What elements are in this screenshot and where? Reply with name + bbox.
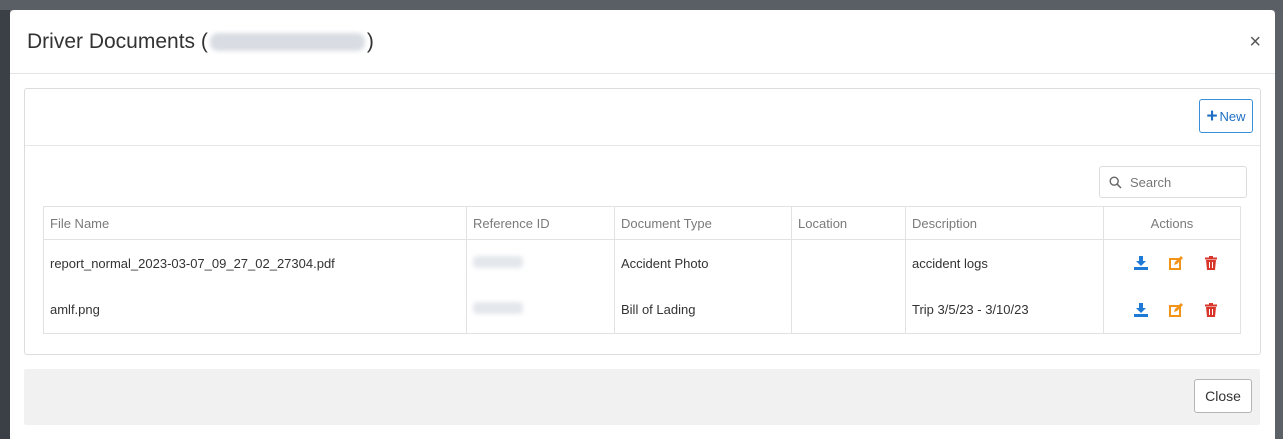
modal-body: + New File Name Reference ID Document Ty… bbox=[10, 74, 1275, 355]
table-row: report_normal_2023-03-07_09_27_02_27304.… bbox=[43, 239, 1241, 287]
column-header-file-name[interactable]: File Name bbox=[43, 206, 467, 240]
cell-actions bbox=[1103, 239, 1241, 287]
close-icon[interactable]: × bbox=[1249, 32, 1261, 52]
edit-icon[interactable] bbox=[1168, 302, 1184, 317]
panel-toolbar: + New bbox=[25, 89, 1260, 146]
backdrop-right bbox=[1275, 10, 1283, 439]
search-box bbox=[1099, 166, 1247, 198]
documents-table: File Name Reference ID Document Type Loc… bbox=[43, 206, 1241, 334]
trash-icon[interactable] bbox=[1204, 302, 1217, 317]
cell-document-type: Accident Photo bbox=[614, 239, 792, 287]
modal-footer: Close bbox=[24, 369, 1260, 425]
download-icon[interactable] bbox=[1133, 256, 1148, 271]
cell-location bbox=[791, 239, 906, 287]
download-icon[interactable] bbox=[1133, 302, 1148, 317]
cell-description: Trip 3/5/23 - 3/10/23 bbox=[905, 286, 1104, 334]
modal-header: Driver Documents ( ) × bbox=[10, 10, 1275, 74]
cell-file-name: amlf.png bbox=[43, 286, 467, 334]
cell-document-type: Bill of Lading bbox=[614, 286, 792, 334]
column-header-description[interactable]: Description bbox=[905, 206, 1104, 240]
cell-location bbox=[791, 286, 906, 334]
backdrop-left bbox=[0, 10, 10, 439]
table-row: amlf.png Bill of Lading Trip 3/5/23 - 3/… bbox=[43, 286, 1241, 334]
search-icon bbox=[1109, 175, 1122, 189]
table-header-row: File Name Reference ID Document Type Loc… bbox=[43, 206, 1241, 240]
redacted-driver-name bbox=[209, 32, 365, 51]
search-input[interactable] bbox=[1130, 174, 1230, 190]
column-header-document-type[interactable]: Document Type bbox=[614, 206, 792, 240]
driver-documents-modal: Driver Documents ( ) × + New Search File… bbox=[10, 10, 1275, 439]
backdrop-top bbox=[0, 0, 1283, 10]
cell-file-name: report_normal_2023-03-07_09_27_02_27304.… bbox=[43, 239, 467, 287]
column-header-actions: Actions bbox=[1103, 206, 1241, 240]
edit-icon[interactable] bbox=[1168, 256, 1184, 271]
redacted-reference-id bbox=[473, 255, 523, 268]
trash-icon[interactable] bbox=[1204, 256, 1217, 271]
new-document-button[interactable]: + New bbox=[1199, 99, 1253, 133]
close-button[interactable]: Close bbox=[1194, 379, 1252, 413]
column-header-reference-id[interactable]: Reference ID bbox=[466, 206, 615, 240]
cell-description: accident logs bbox=[905, 239, 1104, 287]
cell-actions bbox=[1103, 286, 1241, 334]
cell-reference-id bbox=[466, 286, 615, 334]
modal-title: Driver Documents ( ) bbox=[27, 30, 374, 54]
modal-title-prefix: Driver Documents ( bbox=[27, 29, 208, 53]
cell-reference-id bbox=[466, 239, 615, 287]
column-header-location[interactable]: Location bbox=[791, 206, 906, 240]
documents-panel: + New File Name Reference ID Document Ty… bbox=[24, 88, 1261, 355]
plus-icon: + bbox=[1206, 105, 1218, 127]
modal-title-suffix: ) bbox=[366, 29, 374, 53]
new-button-label: New bbox=[1219, 108, 1246, 124]
redacted-reference-id bbox=[473, 302, 523, 315]
